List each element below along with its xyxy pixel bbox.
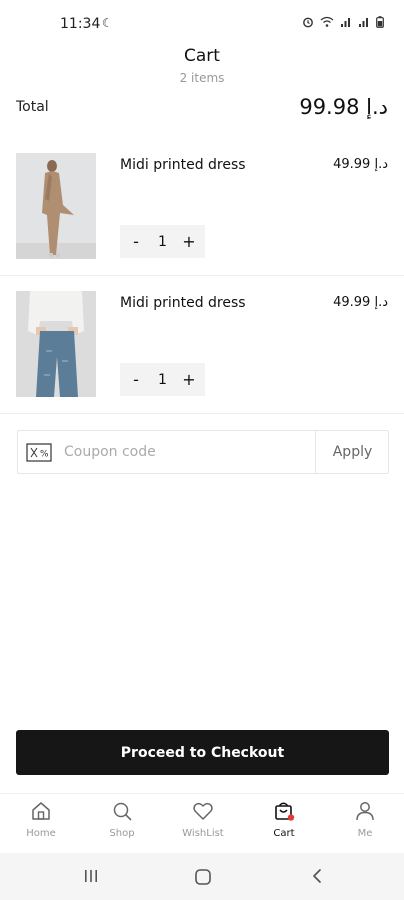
back-icon[interactable] bbox=[308, 867, 326, 885]
page-title: Cart bbox=[184, 46, 220, 66]
nav-me[interactable]: Me bbox=[325, 800, 404, 850]
quantity-value: 1 bbox=[158, 233, 167, 250]
status-time: 11:34 bbox=[60, 16, 101, 32]
home-icon bbox=[32, 802, 50, 820]
wifi-icon bbox=[320, 16, 334, 27]
status-bar: 11:34 ☾ bbox=[0, 0, 404, 44]
decrease-quantity-button[interactable]: - bbox=[129, 232, 143, 251]
home-button-icon[interactable] bbox=[193, 867, 213, 887]
cart-item: Midi printed dress 49.99 د.إ - 1 + bbox=[0, 276, 404, 414]
product-name[interactable]: Midi printed dress bbox=[120, 157, 246, 173]
nav-label: Shop bbox=[109, 828, 135, 839]
battery-icon bbox=[376, 16, 384, 28]
increase-quantity-button[interactable]: + bbox=[182, 232, 196, 251]
apply-coupon-button[interactable]: Apply bbox=[316, 431, 389, 473]
search-icon bbox=[113, 802, 132, 821]
coupon-box: % Apply bbox=[17, 430, 389, 474]
bottom-nav: Home Shop WishList Cart Me bbox=[0, 793, 404, 853]
cart-item: Midi printed dress 49.99 د.إ - 1 + bbox=[0, 138, 404, 276]
product-price: 49.99 د.إ bbox=[333, 157, 388, 172]
system-nav-bar bbox=[0, 853, 404, 900]
signal-icon bbox=[359, 18, 368, 27]
user-icon bbox=[356, 802, 374, 821]
coupon-icon: % bbox=[26, 443, 52, 462]
cart-icon bbox=[275, 802, 295, 821]
product-name[interactable]: Midi printed dress bbox=[120, 295, 246, 311]
quantity-value: 1 bbox=[158, 371, 167, 388]
nav-label: WishList bbox=[182, 828, 224, 839]
quantity-stepper: - 1 + bbox=[120, 225, 205, 258]
moon-icon: ☾ bbox=[102, 16, 113, 30]
alarm-icon bbox=[303, 17, 313, 28]
nav-wishlist[interactable]: WishList bbox=[163, 800, 243, 850]
product-image[interactable] bbox=[16, 291, 96, 397]
decrease-quantity-button[interactable]: - bbox=[129, 370, 143, 389]
heart-icon bbox=[193, 802, 213, 820]
proceed-to-checkout-button[interactable]: Proceed to Checkout bbox=[16, 730, 389, 775]
quantity-stepper: - 1 + bbox=[120, 363, 205, 396]
signal-icon bbox=[341, 18, 350, 27]
svg-text:%: % bbox=[40, 450, 49, 460]
nav-shop[interactable]: Shop bbox=[82, 800, 162, 850]
status-icons bbox=[302, 16, 384, 28]
nav-cart[interactable]: Cart bbox=[244, 800, 324, 850]
nav-label: Cart bbox=[273, 828, 295, 839]
increase-quantity-button[interactable]: + bbox=[182, 370, 196, 389]
nav-label: Me bbox=[357, 828, 373, 839]
item-count: 2 items bbox=[179, 71, 225, 85]
total-label: Total bbox=[16, 99, 49, 115]
nav-label: Home bbox=[26, 828, 56, 839]
product-price: 49.99 د.إ bbox=[333, 295, 388, 310]
coupon-input[interactable] bbox=[64, 431, 314, 473]
total-value: 99.98 د.إ bbox=[299, 95, 388, 119]
product-image[interactable] bbox=[16, 153, 96, 259]
recent-apps-icon[interactable] bbox=[82, 867, 100, 885]
nav-home[interactable]: Home bbox=[1, 800, 81, 850]
